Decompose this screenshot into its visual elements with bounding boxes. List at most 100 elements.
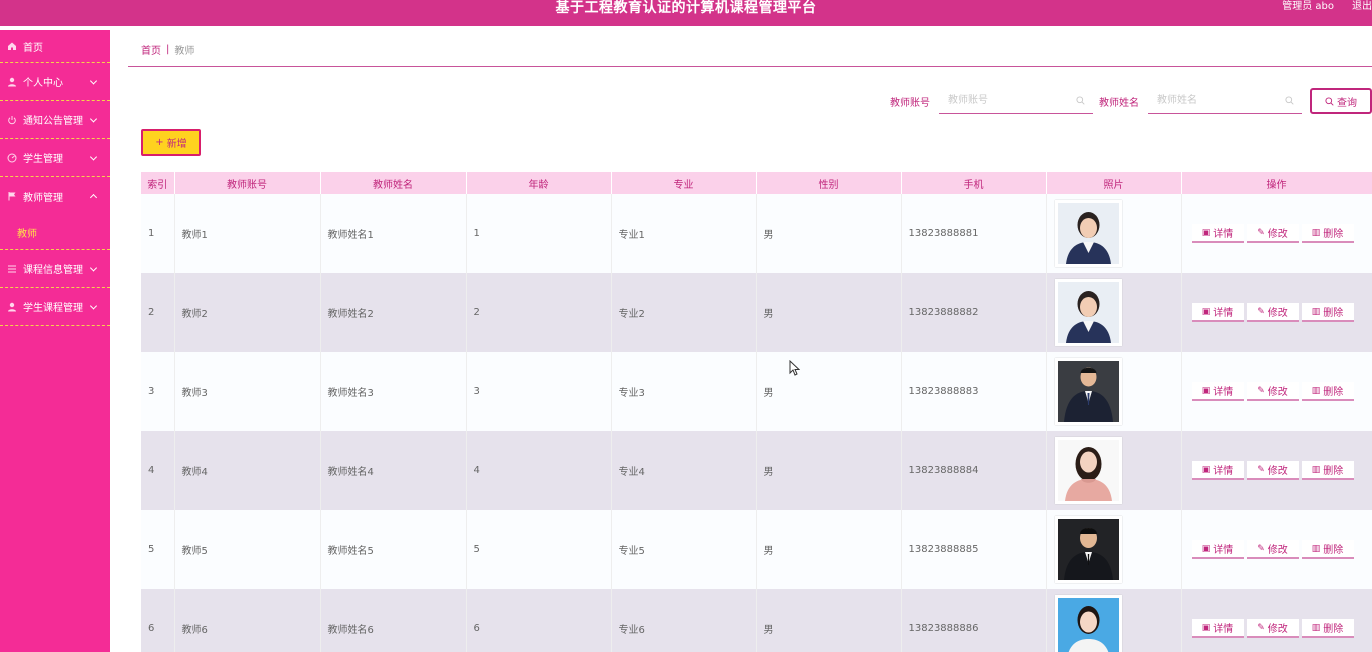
delete-button[interactable]: ▥ 删除 xyxy=(1301,540,1354,559)
detail-button-label: 详情 xyxy=(1213,545,1234,556)
detail-button[interactable]: ▣ 详情 xyxy=(1191,303,1244,322)
cell-phone: 13823888886 xyxy=(901,589,1047,652)
delete-button-label: 删除 xyxy=(1323,308,1344,319)
cell-name: 教师姓名2 xyxy=(320,273,467,352)
detail-button-label: 详情 xyxy=(1213,229,1234,240)
sidebar-item-notice[interactable]: 通知公告管理 xyxy=(0,101,110,139)
teacher-photo[interactable] xyxy=(1054,516,1122,583)
edit-button[interactable]: ✎ 修改 xyxy=(1246,303,1299,322)
delete-button[interactable]: ▥ 删除 xyxy=(1301,461,1354,480)
sidebar-item-personal[interactable]: 个人中心 xyxy=(0,63,110,101)
teacher-name-input[interactable] xyxy=(1148,88,1288,113)
cell-major: 专业1 xyxy=(611,194,757,273)
mouse-cursor-icon xyxy=(789,360,800,376)
sidebar-item-home[interactable]: 首页 xyxy=(0,30,110,63)
document-icon: ▣ xyxy=(1201,622,1211,633)
sidebar-item-label: 首页 xyxy=(23,42,43,54)
cell-photo xyxy=(1046,352,1182,431)
gauge-icon xyxy=(7,153,17,163)
teacher-photo[interactable] xyxy=(1054,595,1122,652)
delete-button-label: 删除 xyxy=(1323,466,1344,477)
delete-button[interactable]: ▥ 删除 xyxy=(1301,619,1354,638)
sidebar-item-courses[interactable]: 课程信息管理 xyxy=(0,250,110,288)
document-icon: ▣ xyxy=(1201,227,1211,238)
pencil-icon: ✎ xyxy=(1257,622,1265,633)
delete-button[interactable]: ▥ 删除 xyxy=(1301,303,1354,322)
edit-button-label: 修改 xyxy=(1267,387,1288,398)
detail-button[interactable]: ▣ 详情 xyxy=(1191,224,1244,243)
sidebar-item-label: 学生管理 xyxy=(23,154,63,165)
column-header-gender: 性别 xyxy=(756,172,902,194)
person-icon xyxy=(7,302,17,312)
document-icon: ▣ xyxy=(1201,464,1211,475)
detail-button[interactable]: ▣ 详情 xyxy=(1191,382,1244,401)
person-icon xyxy=(7,77,17,87)
cell-phone: 13823888883 xyxy=(901,352,1047,431)
cell-major: 专业6 xyxy=(611,589,757,652)
teacher-account-input[interactable] xyxy=(939,88,1079,113)
edit-button[interactable]: ✎ 修改 xyxy=(1246,619,1299,638)
cell-gender: 男 xyxy=(756,589,902,652)
cell-account: 教师5 xyxy=(174,510,321,589)
cell-major: 专业2 xyxy=(611,273,757,352)
cell-photo xyxy=(1046,194,1182,273)
cell-photo xyxy=(1046,273,1182,352)
cell-actions: ▣ 详情 ✎ 修改 ▥ 删除 xyxy=(1181,589,1372,652)
cell-account: 教师3 xyxy=(174,352,321,431)
cell-age: 5 xyxy=(466,510,612,589)
column-header-account: 教师账号 xyxy=(174,172,321,194)
detail-button-label: 详情 xyxy=(1213,624,1234,635)
edit-button[interactable]: ✎ 修改 xyxy=(1246,461,1299,480)
breadcrumb-home[interactable]: 首页 xyxy=(141,42,161,57)
column-header-major: 专业 xyxy=(611,172,757,194)
cell-account: 教师4 xyxy=(174,431,321,510)
pencil-icon: ✎ xyxy=(1257,306,1265,317)
teacher-name-label: 教师姓名 xyxy=(1099,97,1139,109)
edit-button[interactable]: ✎ 修改 xyxy=(1246,382,1299,401)
sidebar-item-label: 教师管理 xyxy=(23,192,63,204)
query-button[interactable]: 查询 xyxy=(1310,88,1372,114)
sidebar-item-students[interactable]: 学生管理 xyxy=(0,139,110,177)
teacher-photo[interactable] xyxy=(1054,200,1122,267)
delete-button[interactable]: ▥ 删除 xyxy=(1301,224,1354,243)
teacher-photo[interactable] xyxy=(1054,358,1122,425)
detail-button[interactable]: ▣ 详情 xyxy=(1191,461,1244,480)
list-icon xyxy=(7,264,17,274)
add-button-label: 新增 xyxy=(166,139,187,150)
teacher-photo[interactable] xyxy=(1054,437,1122,504)
sidebar-subitem-teacher[interactable]: 教师 xyxy=(0,215,110,250)
table-row: 5 教师5 教师姓名5 5 专业5 男 13823888885 ▣ 详情 ✎ 修改 ▥ 删除 xyxy=(141,510,1372,589)
cell-name: 教师姓名5 xyxy=(320,510,467,589)
search-bar: 教师账号 教师姓名 查询 xyxy=(890,88,1372,114)
cell-major: 专业3 xyxy=(611,352,757,431)
sidebar-item-teachers[interactable]: 教师管理 xyxy=(0,177,110,215)
column-header-name: 教师姓名 xyxy=(320,172,467,194)
document-icon: ▣ xyxy=(1201,543,1211,554)
teacher-photo[interactable] xyxy=(1054,279,1122,346)
cell-phone: 13823888884 xyxy=(901,431,1047,510)
edit-button[interactable]: ✎ 修改 xyxy=(1246,224,1299,243)
edit-button-label: 修改 xyxy=(1267,545,1288,556)
cell-phone: 13823888882 xyxy=(901,273,1047,352)
detail-button[interactable]: ▣ 详情 xyxy=(1191,619,1244,638)
flag-icon xyxy=(7,191,17,201)
cell-gender: 男 xyxy=(756,431,902,510)
column-header-age: 年龄 xyxy=(466,172,612,194)
cell-gender: 男 xyxy=(756,352,902,431)
column-header-index: 索引 xyxy=(141,172,175,194)
edit-button[interactable]: ✎ 修改 xyxy=(1246,540,1299,559)
detail-button[interactable]: ▣ 详情 xyxy=(1191,540,1244,559)
sidebar-item-student-courses[interactable]: 学生课程管理 xyxy=(0,288,110,326)
cell-index: 2 xyxy=(141,273,175,352)
delete-button[interactable]: ▥ 删除 xyxy=(1301,382,1354,401)
cell-phone: 13823888885 xyxy=(901,510,1047,589)
cell-actions: ▣ 详情 ✎ 修改 ▥ 删除 xyxy=(1181,431,1372,510)
detail-button-label: 详情 xyxy=(1213,466,1234,477)
edit-button-label: 修改 xyxy=(1267,624,1288,635)
breadcrumb: 首页 | 教师 xyxy=(128,33,1372,67)
cell-gender: 男 xyxy=(756,194,902,273)
logout-link[interactable]: 退出 xyxy=(1352,0,1372,14)
add-button[interactable]: + 新增 xyxy=(141,129,201,156)
delete-button-label: 删除 xyxy=(1323,624,1344,635)
teacher-table: 索引 教师账号 教师姓名 年龄 专业 性别 手机 照片 操作 1 教师1 教师姓名1… xyxy=(141,172,1372,652)
